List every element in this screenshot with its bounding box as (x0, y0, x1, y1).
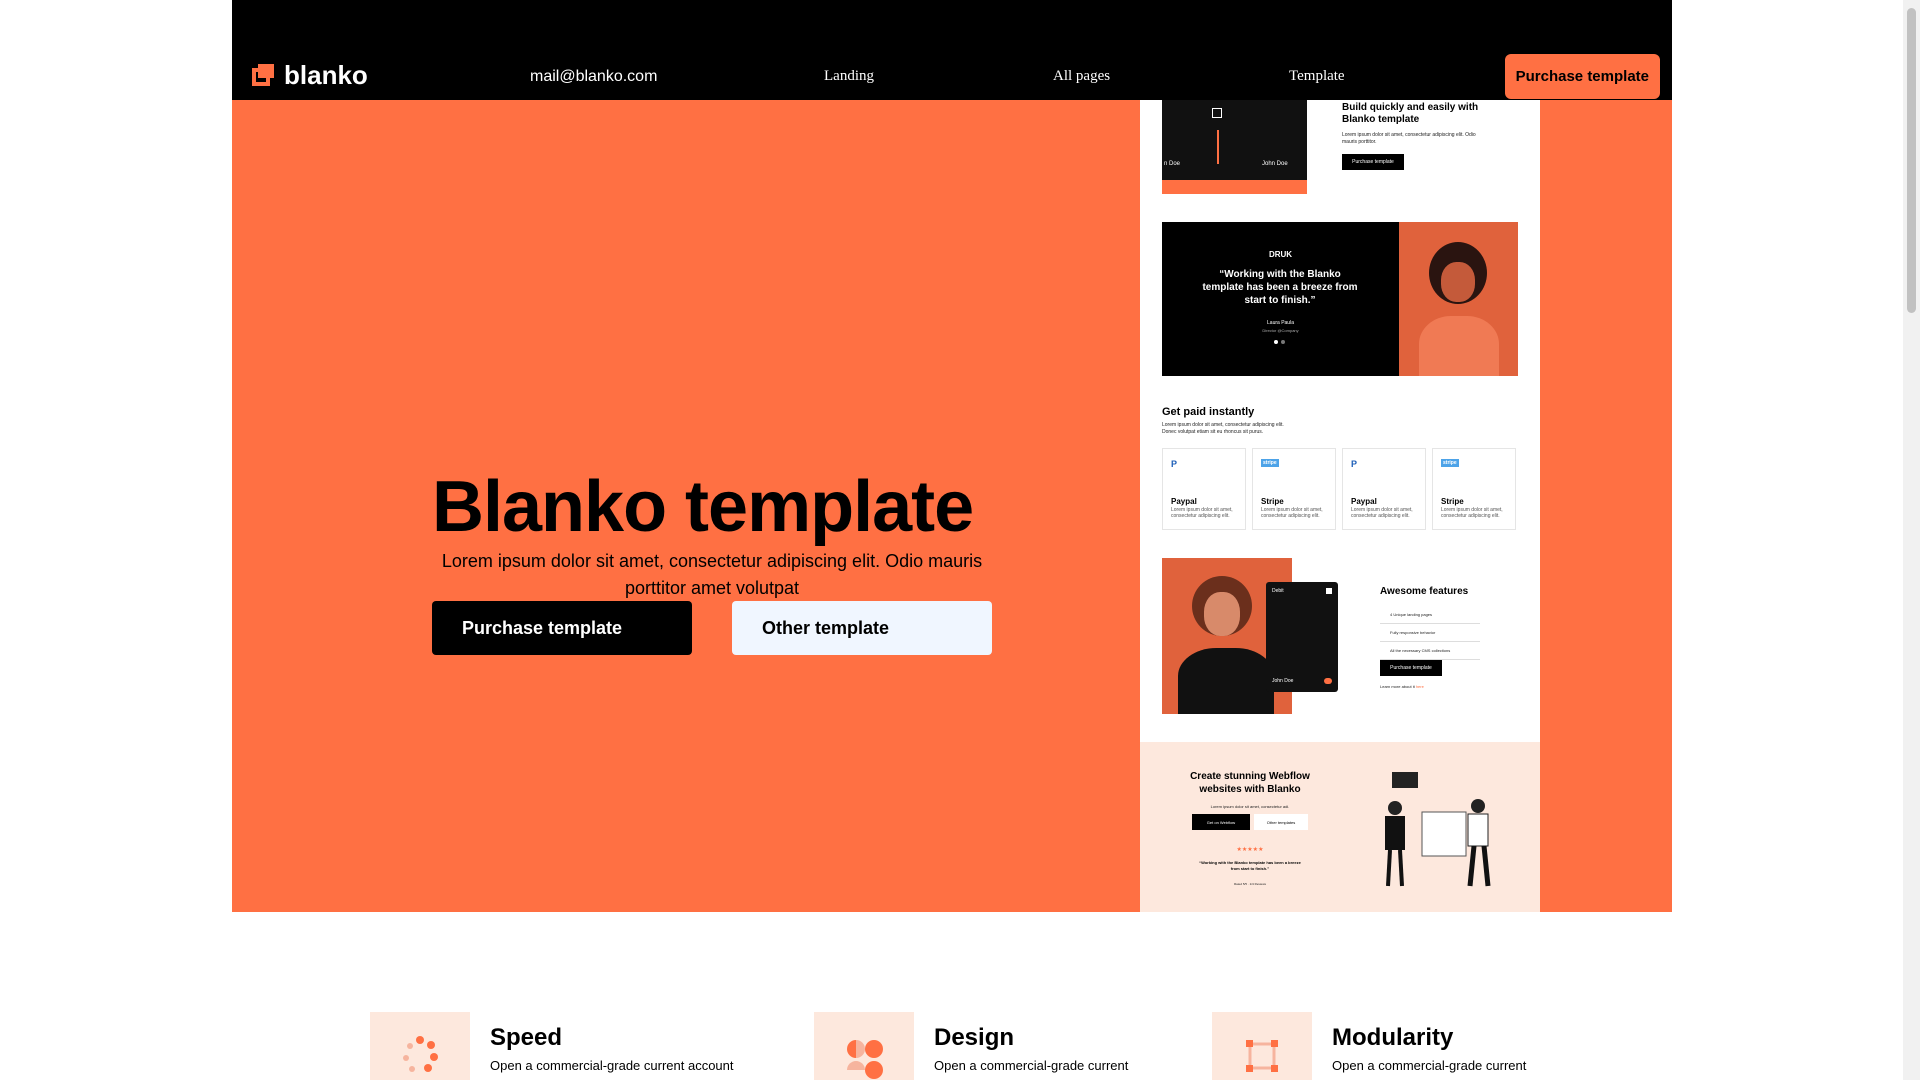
header: blanko mail@blanko.com Landing All pages… (232, 0, 1672, 100)
modularity-grid-icon (1212, 1012, 1312, 1080)
preview-block1-heading: Build quickly and easily with Blanko tem… (1342, 102, 1479, 125)
payment-card-desc: Lorem ipsum dolor sit amet, consectetur … (1171, 507, 1233, 519)
paypal-icon: P (1351, 459, 1358, 469)
learn-more-link[interactable]: here (1416, 684, 1424, 689)
payment-card-paypal[interactable]: P Paypal Lorem ipsum dolor sit amet, con… (1162, 448, 1246, 530)
feature-title: Modularity (1332, 1024, 1454, 1051)
debit-card-name: John Doe (1272, 678, 1294, 684)
logo-text: blanko (284, 60, 368, 90)
logo-mark-icon (252, 63, 276, 88)
other-templates-button[interactable]: Other templates (1254, 814, 1308, 830)
card-chip-icon (1326, 588, 1332, 594)
design-shapes-icon (814, 1012, 914, 1080)
nav-all-pages[interactable]: All pages (1053, 68, 1110, 85)
hero-purchase-button[interactable]: Purchase template (432, 601, 692, 655)
nav-template[interactable]: Template (1289, 68, 1345, 85)
testimonial-brand: DRUK (1268, 250, 1293, 259)
debit-card-label: Debit (1272, 588, 1284, 594)
payment-card-title: Stripe (1261, 497, 1284, 506)
mastercard-icon (1324, 678, 1332, 684)
payment-card-stripe[interactable]: stripe Stripe Lorem ipsum dolor sit amet… (1432, 448, 1516, 530)
debit-card: Debit John Doe (1266, 582, 1338, 692)
feature-desc: Open a commercial-grade current (934, 1058, 1129, 1073)
vertical-scrollbar[interactable] (1903, 0, 1920, 1080)
feature-desc: Open a commercial-grade current account (490, 1058, 734, 1073)
learn-more-text: Learn more about it (1380, 684, 1415, 689)
preview-footer-cta: Create stunning Webflow websites with Bl… (1140, 742, 1540, 912)
stripe-icon: stripe (1441, 459, 1459, 467)
payments-text: Lorem ipsum dolor sit amet, consectetur … (1162, 422, 1284, 435)
testimonial-role: Director @Company (1262, 328, 1299, 333)
features-learn-more: Learn more about it here (1380, 682, 1424, 691)
rating-stars-icon: ★★★★★ (1236, 847, 1264, 853)
payment-card-desc: Lorem ipsum dolor sit amet, consectetur … (1351, 507, 1413, 519)
stripe-icon: stripe (1261, 459, 1279, 467)
footer-cta-rating: Rated 5/5 · 1/4 Reviews (1233, 882, 1266, 886)
payment-card-title: Stripe (1441, 497, 1464, 506)
footer-cta-quote: “Working with the Blanko template has be… (1199, 860, 1301, 871)
speed-dots-icon (370, 1012, 470, 1080)
card-chip-icon (1212, 108, 1222, 118)
scrollbar-thumb[interactable] (1907, 8, 1916, 313)
preview-testimonial: DRUK “Working with the Blanko template h… (1162, 222, 1399, 376)
features-heading: Awesome features (1380, 586, 1469, 597)
template-preview: n Doe John Doe Build quickly and easily … (1140, 100, 1540, 912)
payment-card-desc: Lorem ipsum dolor sit amet, consectetur … (1261, 507, 1323, 519)
feature-desc: Open a commercial-grade current (1332, 1058, 1527, 1073)
hero-subtitle: Lorem ipsum dolor sit amet, consectetur … (441, 551, 983, 598)
payment-card-title: Paypal (1351, 497, 1377, 506)
preview-block1-text: Lorem ipsum dolor sit amet, consectetur … (1342, 132, 1476, 145)
features-item: All the necessary CMS collections (1380, 642, 1480, 660)
payment-card-stripe[interactable]: stripe Stripe Lorem ipsum dolor sit amet… (1252, 448, 1336, 530)
feature-title: Design (934, 1024, 1015, 1051)
preview-hero-image: n Doe John Doe (1162, 100, 1307, 194)
testimonial-author: Laura Paula (1267, 320, 1294, 326)
people-illustration-icon (1385, 772, 1491, 887)
features-item: Fully responsive behavior (1380, 624, 1480, 642)
slider-dot-icon[interactable] (1281, 340, 1285, 344)
footer-cta-text: Lorem ipsum dolor sit amet, consectetur … (1210, 804, 1290, 809)
purchase-template-button[interactable]: Purchase template (1504, 54, 1660, 99)
preview-name-right: John Doe (1262, 161, 1288, 167)
testimonial-portrait (1399, 222, 1518, 376)
features-item: 4 Unique landing pages (1380, 606, 1480, 624)
logo[interactable]: blanko (252, 60, 368, 91)
slider-dot-icon[interactable] (1274, 340, 1278, 344)
footer-cta-heading: Create stunning Webflow websites with Bl… (1190, 771, 1310, 795)
paypal-icon: P (1171, 459, 1178, 469)
hero-title: Blanko template (432, 467, 974, 547)
payment-card-title: Paypal (1171, 497, 1197, 506)
payments-heading: Get paid instantly (1162, 406, 1255, 418)
features-purchase-button[interactable]: Purchase template (1380, 660, 1442, 676)
email-link[interactable]: mail@blanko.com (530, 68, 657, 86)
hero: Blanko template Lorem ipsum dolor sit am… (232, 100, 1672, 912)
testimonial-quote: “Working with the Blanko template has be… (1202, 269, 1358, 306)
preview-name-left: n Doe (1164, 161, 1181, 167)
page: blanko mail@blanko.com Landing All pages… (0, 0, 1903, 1080)
get-on-webflow-button[interactable]: Get on Webflow (1192, 814, 1250, 830)
hero-other-template-button[interactable]: Other template (732, 601, 992, 655)
nav-landing[interactable]: Landing (824, 68, 874, 85)
features-list: 4 Unique landing pages Fully responsive … (1380, 606, 1480, 660)
preview-block1-button[interactable]: Purchase template (1342, 154, 1404, 170)
payment-card-paypal[interactable]: P Paypal Lorem ipsum dolor sit amet, con… (1342, 448, 1426, 530)
payment-card-desc: Lorem ipsum dolor sit amet, consectetur … (1441, 507, 1503, 519)
feature-title: Speed (490, 1024, 563, 1051)
features-section: Speed Open a commercial-grade current ac… (0, 912, 1903, 1080)
